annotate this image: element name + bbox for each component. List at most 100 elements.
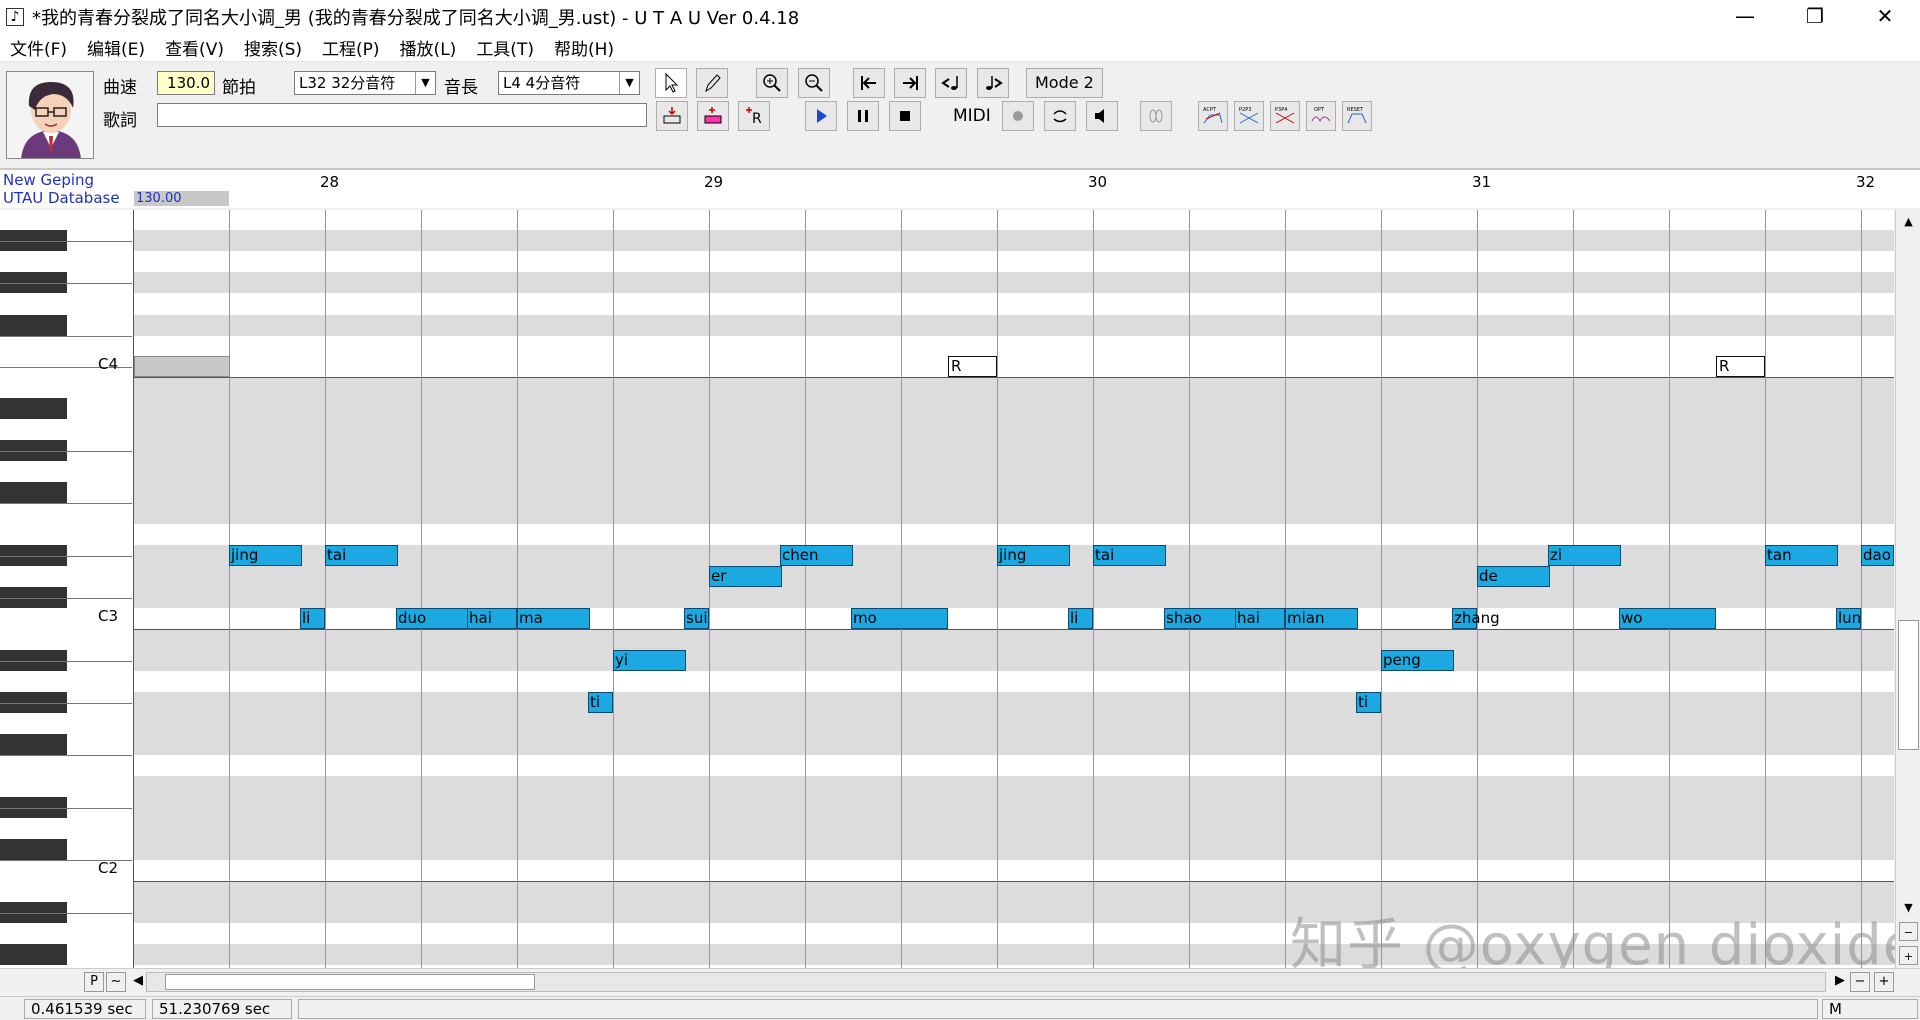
record-icon [1013, 111, 1023, 121]
quantize-value: L32 32分音符 [299, 74, 396, 92]
stop-button[interactable] [889, 101, 921, 131]
piano-black-key[interactable] [0, 398, 67, 419]
pitch-button[interactable]: P [84, 972, 104, 992]
menu-search[interactable]: 搜索(S) [234, 35, 312, 60]
envelope-p2p3-button[interactable]: P2P3 [1234, 101, 1264, 131]
length-select[interactable]: L4 4分音符 ▼ [498, 71, 640, 95]
piano-black-key[interactable] [0, 944, 67, 965]
lyric-input[interactable] [157, 103, 647, 127]
note[interactable]: jing [997, 545, 1070, 566]
note[interactable]: mian [1285, 608, 1358, 629]
note[interactable]: tai [325, 545, 398, 566]
scroll-down-icon[interactable]: ▼ [1899, 898, 1918, 917]
mode-button[interactable]: Mode 2 [1026, 68, 1103, 98]
piano-black-key[interactable] [0, 315, 67, 336]
envelope-reset-button[interactable]: RESET [1342, 101, 1372, 131]
vzoom-in-button[interactable]: + [1899, 946, 1918, 965]
piano-black-key[interactable] [0, 482, 67, 503]
note[interactable]: shao [1164, 608, 1237, 629]
note[interactable]: tan [1765, 545, 1838, 566]
note[interactable]: li [300, 608, 325, 629]
note[interactable]: zi [1548, 545, 1621, 566]
scroll-right-icon[interactable]: ▶ [1830, 972, 1850, 992]
add-note-button[interactable] [697, 101, 729, 131]
note[interactable]: tai [1093, 545, 1166, 566]
note[interactable]: peng [1381, 650, 1454, 671]
note[interactable]: dao [1861, 545, 1894, 566]
pause-button[interactable] [847, 101, 879, 131]
note[interactable]: li [1068, 608, 1093, 629]
close-button[interactable]: ✕ [1850, 0, 1920, 34]
key-divider [0, 661, 132, 662]
note[interactable]: hai [467, 608, 517, 629]
link-button[interactable] [1140, 101, 1172, 131]
menu-view[interactable]: 查看(V) [155, 35, 234, 60]
go-to-start-button[interactable] [853, 68, 885, 98]
minimize-button[interactable]: — [1710, 0, 1780, 34]
note[interactable]: wo [1619, 608, 1716, 629]
rest-note[interactable]: R [1716, 356, 1765, 377]
quantize-select[interactable]: L32 32分音符 ▼ [294, 71, 436, 95]
midi-record-button[interactable] [1002, 101, 1034, 131]
horizontal-scrollbar[interactable] [146, 972, 1826, 992]
note[interactable]: jing [229, 545, 302, 566]
pencil-tool-button[interactable] [696, 68, 728, 98]
note[interactable]: lun [1836, 608, 1861, 629]
note[interactable]: ti [588, 692, 613, 713]
beat-line [901, 210, 902, 968]
note[interactable]: ti [1356, 692, 1381, 713]
note[interactable]: sui [684, 608, 709, 629]
note[interactable]: zhang [1452, 608, 1500, 629]
envelope-acpt-button[interactable]: ACPT [1198, 101, 1228, 131]
insert-note-icon [663, 107, 681, 124]
voicebank-avatar[interactable] [6, 71, 94, 159]
vertical-scroll-thumb[interactable] [1898, 620, 1919, 750]
note[interactable]: hai [1235, 608, 1285, 629]
select-tool-button[interactable] [655, 68, 687, 98]
note[interactable]: duo [396, 608, 469, 629]
rest-note[interactable]: R [948, 356, 997, 377]
midi-loop-button[interactable] [1044, 101, 1076, 131]
go-to-end-button[interactable] [894, 68, 926, 98]
horizontal-scroll-thumb[interactable] [165, 974, 535, 990]
envelope-opt-button[interactable]: OPT [1306, 101, 1336, 131]
vzoom-out-button[interactable]: − [1899, 922, 1918, 941]
note[interactable]: yi [613, 650, 686, 671]
hzoom-out-button[interactable]: − [1850, 972, 1870, 992]
hzoom-in-button[interactable]: + [1874, 972, 1894, 992]
zoom-out-button[interactable] [798, 68, 830, 98]
piano-black-key[interactable] [0, 734, 67, 755]
restore-button[interactable]: ❐ [1780, 0, 1850, 34]
play-button[interactable] [805, 101, 837, 131]
menu-play[interactable]: 播放(L) [390, 35, 467, 60]
status-message [298, 999, 1818, 1019]
next-note-button[interactable] [977, 68, 1009, 98]
piano-roll-grid[interactable]: jing li tai duo hai ma ti yi sui er chen… [134, 210, 1894, 968]
tempo-marker[interactable]: 130.00 [134, 191, 229, 206]
vibrato-button[interactable]: ~ [106, 972, 126, 992]
menu-project[interactable]: 工程(P) [312, 35, 390, 60]
menu-edit[interactable]: 编辑(E) [77, 35, 155, 60]
menu-tools[interactable]: 工具(T) [466, 35, 544, 60]
piano-keyboard[interactable]: C4 C3 C2 [0, 210, 134, 968]
add-rest-button[interactable]: R [738, 101, 770, 131]
speaker-button[interactable] [1086, 101, 1118, 131]
menu-file[interactable]: 文件(F) [0, 35, 77, 60]
note[interactable]: de [1477, 566, 1550, 587]
selected-note-area[interactable] [134, 356, 230, 377]
tempo-input[interactable]: 130.0 [157, 71, 215, 95]
vertical-scrollbar[interactable]: ▲ ▼ − + [1895, 210, 1920, 968]
menu-help[interactable]: 帮助(H) [544, 35, 624, 60]
piano-black-key[interactable] [0, 839, 67, 860]
scroll-left-icon[interactable]: ◀ [128, 972, 148, 992]
scroll-up-icon[interactable]: ▲ [1899, 212, 1918, 231]
insert-note-button[interactable] [656, 101, 688, 131]
measure-ruler[interactable]: New Geping UTAU Database 130.00 28 29 30… [0, 168, 1920, 208]
note[interactable]: mo [851, 608, 948, 629]
prev-note-button[interactable] [935, 68, 967, 98]
note[interactable]: ma [517, 608, 590, 629]
zoom-in-button[interactable] [756, 68, 788, 98]
note[interactable]: er [709, 566, 782, 587]
envelope-p3p4-button[interactable]: P3P4 [1270, 101, 1300, 131]
note[interactable]: chen [780, 545, 853, 566]
